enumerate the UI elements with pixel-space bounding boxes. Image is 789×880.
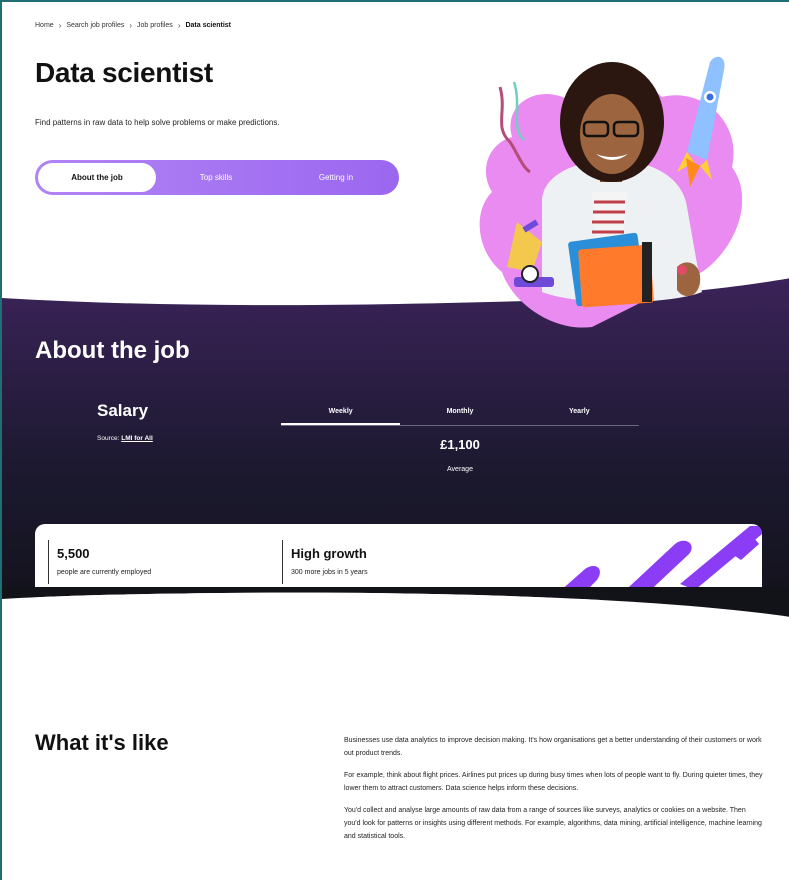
breadcrumb: Home › Search job profiles › Job profile… <box>35 21 231 30</box>
section-tabs: About the job Top skills Getting in <box>35 160 399 195</box>
paragraph: For example, think about flight prices. … <box>344 772 763 792</box>
stat-employed-value: 5,500 <box>57 546 90 561</box>
source-label: Source: <box>97 435 120 442</box>
tab-top-skills[interactable]: Top skills <box>156 163 276 192</box>
paragraph: You'd collect and analyse large amounts … <box>344 807 762 840</box>
page-title: Data scientist <box>35 57 213 88</box>
breadcrumb-job-profiles[interactable]: Job profiles <box>137 22 173 29</box>
chevron-right-icon: › <box>129 21 133 30</box>
page-frame: Home › Search job profiles › Job profile… <box>0 0 789 880</box>
tab-yearly[interactable]: Yearly <box>520 406 639 425</box>
stat-employed: 5,500 people are currently employed <box>48 540 151 584</box>
about-section-title: About the job <box>35 337 190 364</box>
chevron-right-icon: › <box>58 21 62 30</box>
page-subtitle: Find patterns in raw data to help solve … <box>35 118 280 127</box>
salary-amount: £1,100 <box>440 437 480 452</box>
salary-source: Source: LMI for All <box>97 435 153 442</box>
tab-weekly[interactable]: Weekly <box>281 406 401 425</box>
breadcrumb-current: Data scientist <box>185 22 232 29</box>
stat-growth-desc: 300 more jobs in 5 years <box>291 569 368 576</box>
salary-period-tabs: Weekly Monthly Yearly <box>281 406 639 426</box>
salary-amount-label: Average <box>447 466 473 473</box>
stat-growth-value: High growth <box>291 546 367 561</box>
stat-employed-desc: people are currently employed <box>57 569 152 576</box>
scientist-illustration <box>479 56 742 328</box>
tab-about-the-job[interactable]: About the job <box>38 163 156 192</box>
chevron-right-icon: › <box>177 21 181 30</box>
lmi-for-all-link[interactable]: LMI for All <box>121 435 153 442</box>
what-its-like-body: Businesses use data analytics to improve… <box>344 734 764 852</box>
paragraph: Businesses use data analytics to improve… <box>344 737 762 757</box>
stat-growth: High growth 300 more jobs in 5 years <box>282 540 368 584</box>
salary-title: Salary <box>97 401 149 420</box>
breadcrumb-home[interactable]: Home <box>35 22 54 29</box>
breadcrumb-search-job-profiles[interactable]: Search job profiles <box>66 22 124 29</box>
section-wave-divider <box>2 587 789 627</box>
what-its-like-title: What it's like <box>35 730 169 755</box>
tab-getting-in[interactable]: Getting in <box>276 163 396 192</box>
tab-monthly[interactable]: Monthly <box>400 406 519 425</box>
